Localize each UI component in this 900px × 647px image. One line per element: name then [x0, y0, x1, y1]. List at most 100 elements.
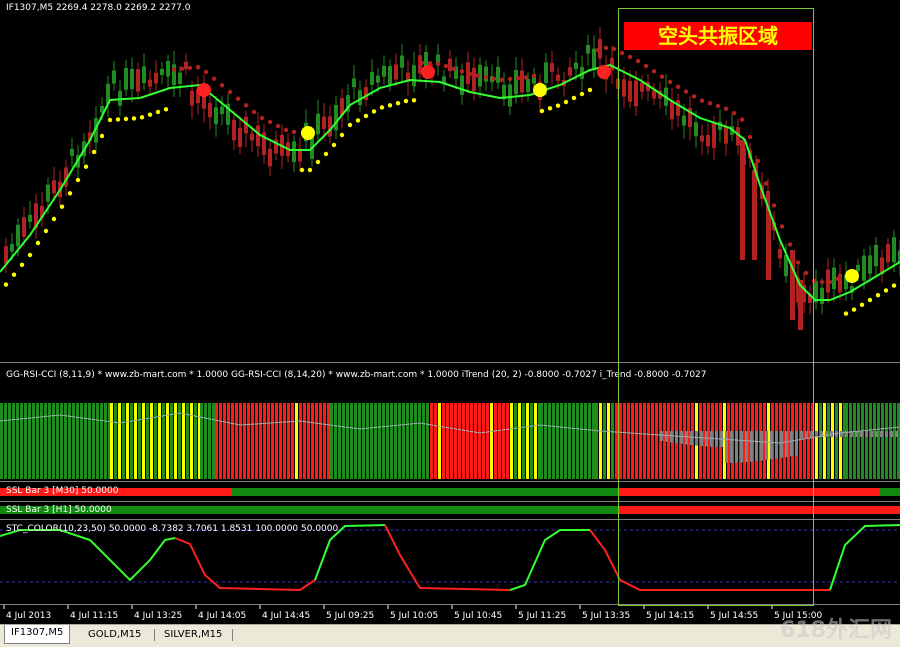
rsi-cci-bar: [323, 403, 326, 479]
trend-dot: [339, 132, 345, 138]
candle-body: [556, 74, 560, 81]
rsi-cci-bar: [584, 403, 587, 479]
itrend-bar: [740, 431, 743, 463]
trend-dot: [363, 113, 369, 119]
rsi-cci-bar: [603, 403, 606, 479]
itrend-bar: [700, 431, 703, 447]
trend-dot: [395, 101, 401, 106]
rsi-cci-bar: [239, 403, 242, 479]
rsi-cci-bar: [576, 403, 579, 479]
trend-dot: [411, 98, 417, 103]
rsi-cci-bar: [315, 403, 318, 479]
rsi-cci-bar: [178, 403, 181, 479]
itrend-bar: [800, 431, 803, 439]
rsi-cci-bar: [651, 403, 654, 479]
rsi-cci-bar: [446, 403, 449, 479]
rsi-cci-bar: [24, 403, 27, 479]
trend-dot: [379, 105, 385, 110]
candle-body: [142, 66, 146, 84]
rsi-cci-bar: [474, 403, 477, 479]
itrend-bar: [780, 431, 783, 458]
itrend-bar: [680, 431, 683, 444]
rsi-cci-bar: [247, 403, 250, 479]
trend-dot: [179, 66, 185, 72]
candle-body: [364, 87, 368, 101]
trend-dot: [819, 279, 825, 285]
rsi-cci-bar: [303, 403, 306, 479]
rsi-cci-bar: [506, 403, 509, 479]
rsi-cci-bar: [291, 403, 294, 479]
tab-gold-m15[interactable]: GOLD,M15: [82, 627, 147, 643]
rsi-cci-bar: [142, 403, 145, 479]
trend-dot: [587, 87, 593, 93]
rsi-cci-bar: [599, 403, 602, 479]
trend-dot: [619, 50, 625, 56]
tab-silver-m15[interactable]: SILVER,M15: [158, 627, 228, 643]
trend-dot: [579, 91, 585, 97]
candle-body: [250, 133, 254, 141]
candle-body: [868, 255, 872, 274]
rsi-cci-bar: [162, 403, 165, 479]
rsi-cci-bar: [118, 403, 121, 479]
rsi-cci-bar: [20, 403, 23, 479]
rsi-cci-bar: [154, 403, 157, 479]
trend-dot: [675, 84, 681, 90]
time-tick-label: 5 Jul 11:25: [518, 611, 566, 621]
stc-line-red: [384, 524, 511, 591]
time-axis: 4 Jul 2013 4 Jul 11:15 4 Jul 13:25 4 Jul 14…: [0, 605, 900, 624]
itrend-bar: [890, 431, 893, 437]
candle-body: [154, 72, 158, 84]
candle-body: [22, 217, 26, 237]
rsi-cci-bar: [215, 403, 218, 479]
candle-body: [892, 237, 896, 263]
trend-dot: [139, 115, 145, 120]
candle-body: [496, 66, 500, 83]
trend-dot: [771, 203, 777, 208]
trend-dot: [627, 54, 633, 60]
rsi-cci-bar: [422, 403, 425, 479]
trend-dot: [715, 103, 721, 109]
stc-panel[interactable]: STC_COLOR(10,23,50) 50.0000 -8.7382 3.70…: [0, 520, 900, 604]
candle-body: [136, 69, 140, 92]
rsi-cci-bar: [287, 403, 290, 479]
trend-dot: [371, 109, 377, 114]
rsi-cci-bar: [865, 403, 868, 479]
candle-body: [640, 82, 644, 92]
candle-body: [526, 78, 530, 92]
annotation-text: 空头共振区域: [658, 24, 778, 48]
rsi-cci-chart[interactable]: [0, 363, 900, 481]
price-chart[interactable]: [0, 0, 900, 362]
trend-dot: [331, 142, 337, 148]
rsi-cci-bar: [881, 403, 884, 479]
rsi-cci-bar: [502, 403, 505, 479]
rsi-cci-bar: [44, 403, 47, 479]
trend-dot: [75, 177, 81, 183]
trend-dot: [827, 279, 833, 285]
rsi-cci-bar: [544, 403, 547, 479]
rsi-cci-bar: [592, 403, 595, 479]
rsi-cci-bar: [235, 403, 238, 479]
rsi-cci-bar: [889, 403, 892, 479]
main-chart-panel[interactable]: IF1307,M5 2269.4 2278.0 2269.2 2277.0 空头…: [0, 0, 900, 362]
rsi-cci-bar: [803, 403, 806, 479]
candle-body: [778, 249, 782, 259]
rsi-cci-bar: [611, 403, 614, 479]
rsi-cci-bar: [96, 403, 99, 479]
rsi-cci-bar: [885, 403, 888, 479]
trend-dot: [107, 117, 113, 123]
rsi-cci-bar: [639, 403, 642, 479]
itrend-bar: [885, 431, 888, 437]
rsi-cci-panel[interactable]: GG-RSI-CCI (8,11,9) * www.zb-mart.com * …: [0, 363, 900, 481]
tab-if1307-m5[interactable]: IF1307,M5: [4, 625, 71, 644]
trend-dot: [435, 61, 441, 67]
rsi-cci-bar: [588, 403, 591, 479]
rsi-cci-bar: [56, 403, 59, 479]
candle-body: [628, 80, 632, 102]
itrend-bar: [735, 431, 738, 463]
rsi-cci-bar: [418, 403, 421, 479]
ssl-h1-panel[interactable]: SSL Bar 3 [H1] 50.0000: [0, 502, 900, 519]
rsi-cci-bar: [358, 403, 361, 479]
rsi-cci-bar: [8, 403, 11, 479]
ssl-m30-panel[interactable]: SSL Bar 3 [M30] 50.0000: [0, 482, 900, 501]
candle-body: [676, 100, 680, 116]
